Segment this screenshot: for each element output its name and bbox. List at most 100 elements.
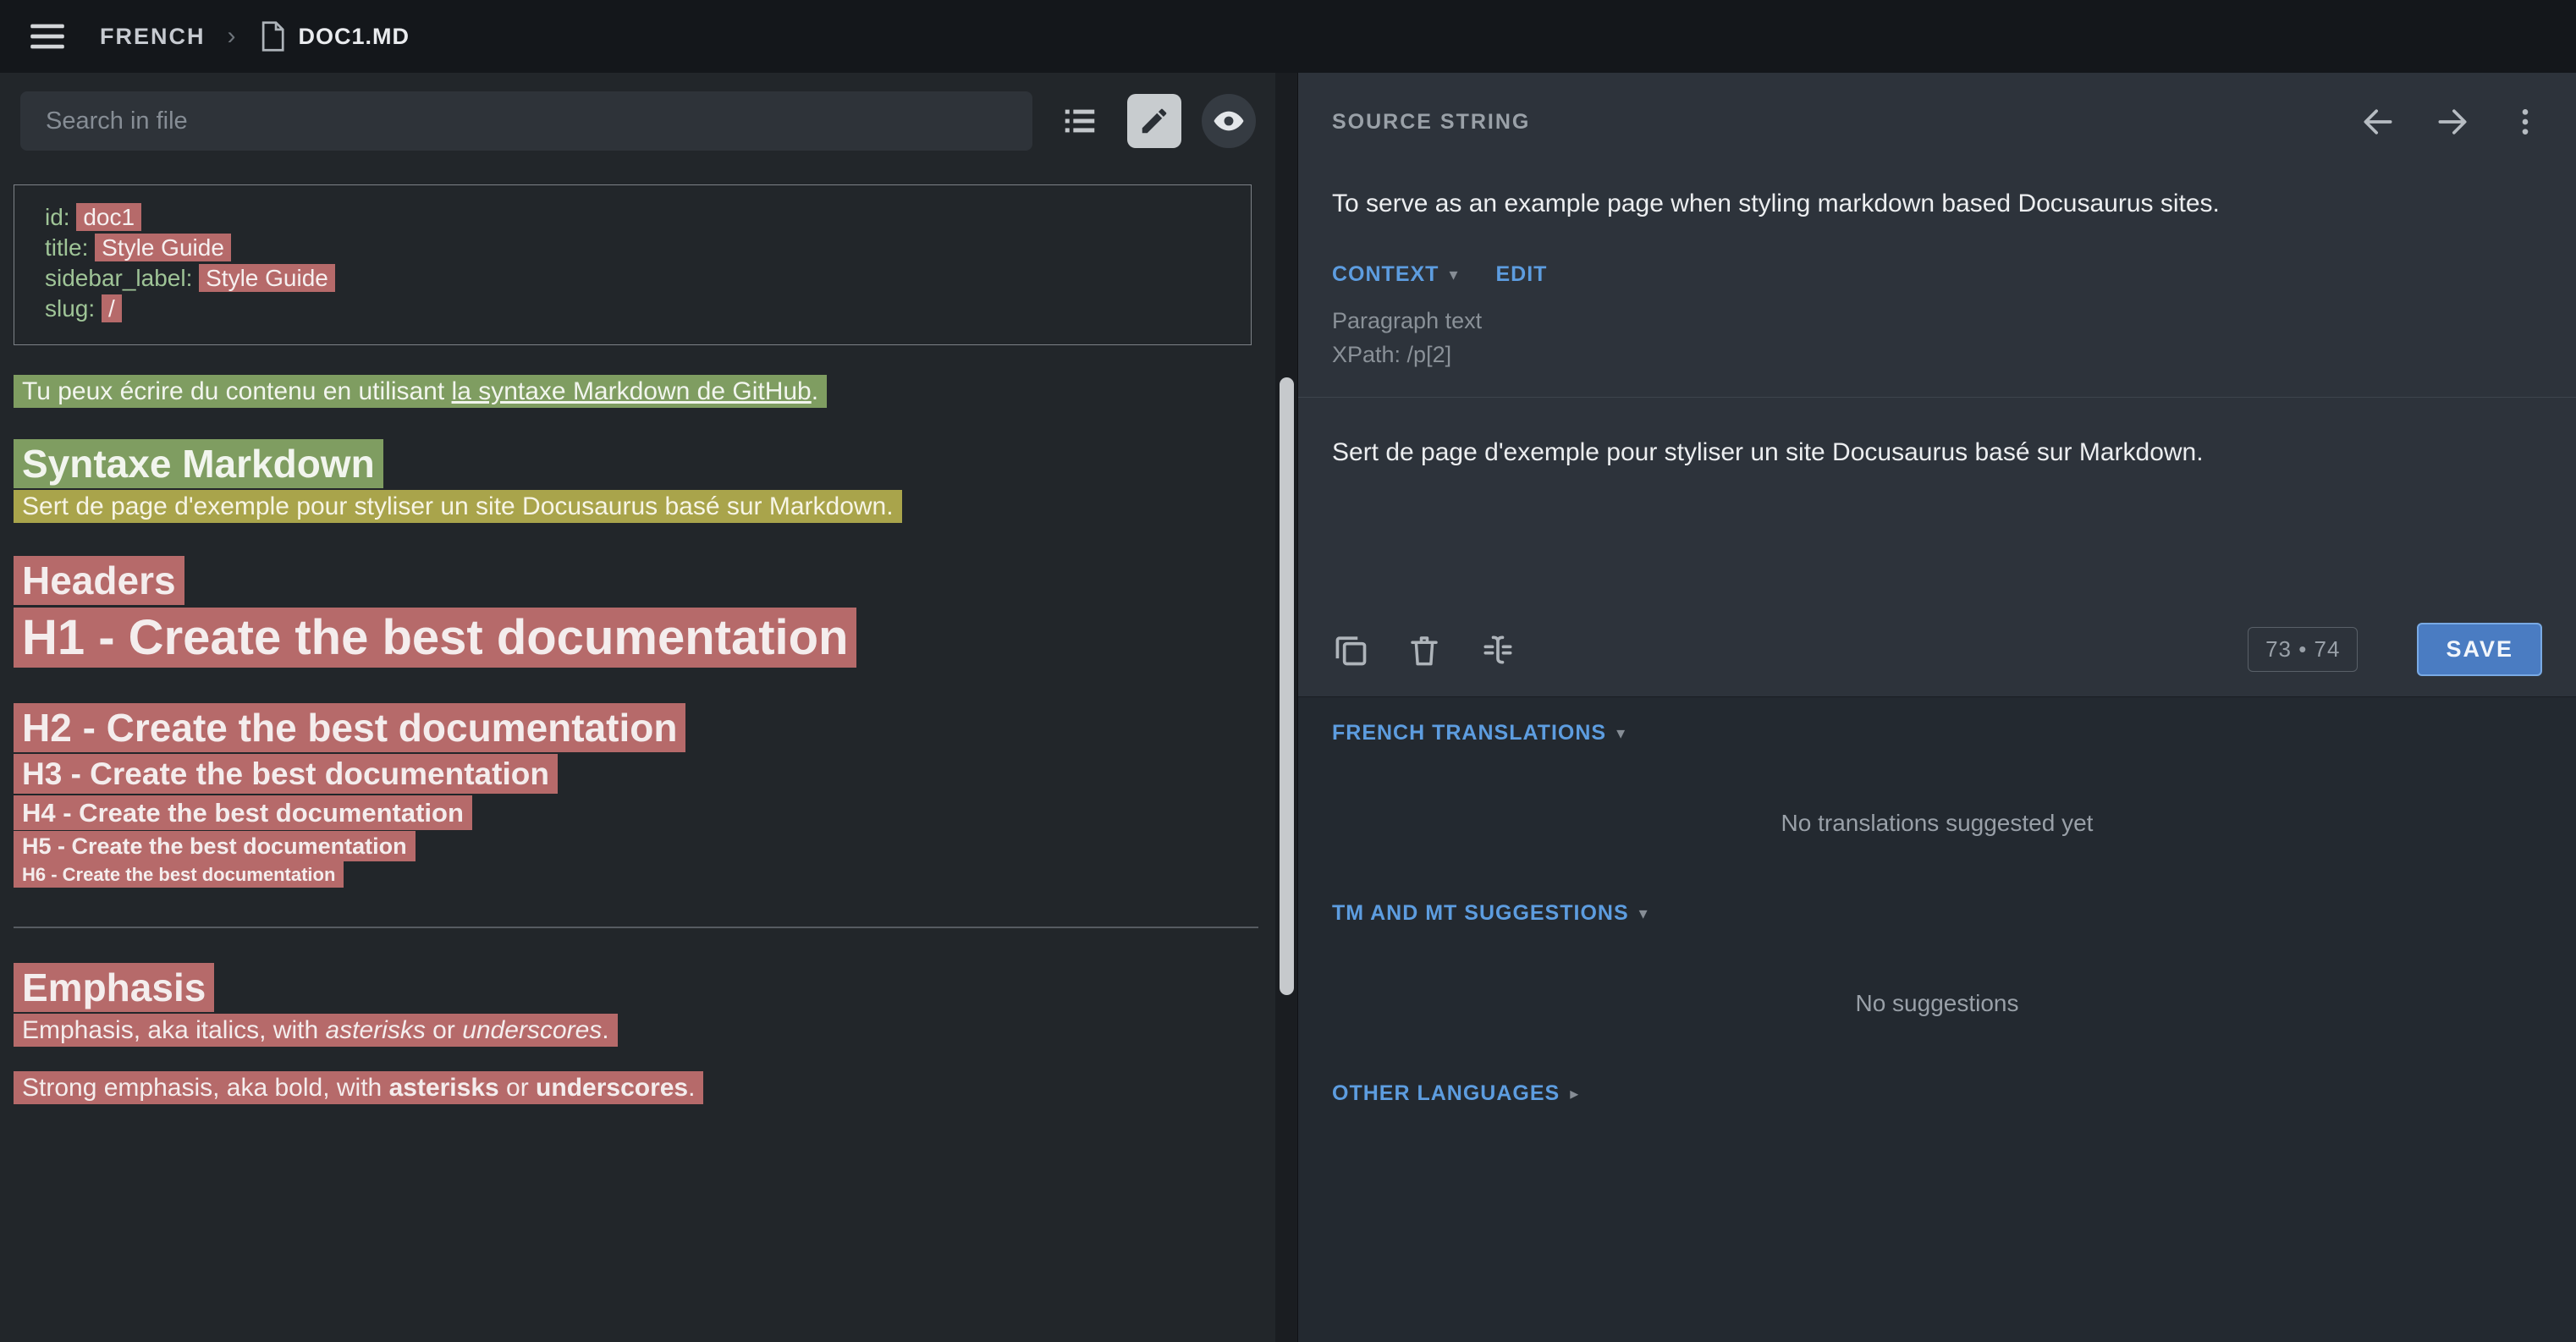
context-details: Paragraph text XPath: /p[2] — [1332, 304, 2542, 397]
document-view: id: doc1 title: Style Guide sidebar_labe… — [0, 168, 1297, 1106]
frontmatter-value[interactable]: / — [102, 294, 122, 322]
emphasis-italic: asterisks — [325, 1016, 425, 1044]
frontmatter-key: title: — [45, 234, 95, 261]
emphasis-text: Emphasis, aka italics, with — [22, 1016, 325, 1044]
frontmatter-key: slug: — [45, 295, 102, 322]
arrow-left-icon — [2359, 103, 2397, 140]
paragraph-emphasis: Emphasis, aka italics, with asterisks or… — [14, 1013, 1258, 1048]
heading-headers: Headers — [14, 555, 1258, 606]
frontmatter-line: id: doc1 — [45, 202, 1230, 233]
paragraph-strong: Strong emphasis, aka bold, with asterisk… — [14, 1070, 1258, 1106]
context-toggle[interactable]: CONTEXT ▾ — [1332, 262, 1459, 287]
main-area: id: doc1 title: Style Guide sidebar_labe… — [0, 73, 2576, 1342]
search-row — [0, 73, 1297, 168]
strong-text: or — [499, 1074, 536, 1102]
scrollbar[interactable] — [1275, 73, 1297, 1342]
search-input[interactable] — [20, 91, 1032, 151]
string-intro[interactable]: Tu peux écrire du contenu en utilisant l… — [14, 375, 827, 408]
intro-suffix: . — [812, 377, 818, 405]
frontmatter-key: sidebar_label: — [45, 265, 199, 291]
heading-h1-example: H1 - Create the best documentation — [14, 606, 1258, 670]
string-active[interactable]: Sert de page d'exemple pour styliser un … — [14, 490, 902, 523]
strings-list-button[interactable] — [1053, 94, 1107, 148]
string-strong[interactable]: Strong emphasis, aka bold, with asterisk… — [14, 1071, 703, 1104]
file-icon — [258, 20, 287, 52]
string-emphasis[interactable]: Emphasis, aka italics, with asterisks or… — [14, 1014, 618, 1047]
caret-down-icon: ▾ — [1616, 723, 1625, 744]
caret-down-icon: ▾ — [1639, 903, 1648, 924]
paragraph-intro: Tu peux écrire du contenu en utilisant l… — [14, 374, 1258, 410]
menu-button[interactable] — [29, 21, 66, 52]
section-tm-mt-suggestions[interactable]: TM AND MT SUGGESTIONS ▾ — [1332, 901, 2542, 926]
context-toggle-label: CONTEXT — [1332, 262, 1439, 287]
strong-bold: asterisks — [389, 1074, 499, 1102]
string-h2[interactable]: H2 - Create the best documentation — [14, 703, 685, 752]
hamburger-icon — [29, 21, 66, 52]
no-suggestions-message: No suggestions — [1332, 988, 2542, 1019]
trash-icon — [1406, 632, 1442, 668]
translation-input[interactable]: Sert de page d'exemple pour styliser un … — [1332, 398, 2542, 623]
chevron-right-icon: › — [228, 22, 236, 51]
clear-translation-button[interactable] — [1406, 632, 1442, 668]
section-other-languages[interactable]: OTHER LANGUAGES ▸ — [1332, 1081, 2542, 1106]
scrollbar-thumb[interactable] — [1280, 377, 1294, 995]
context-row: CONTEXT ▾ EDIT — [1332, 262, 2542, 287]
frontmatter-value[interactable]: Style Guide — [95, 234, 231, 261]
preview-button[interactable] — [1202, 94, 1256, 148]
string-navigation — [2359, 103, 2542, 140]
emphasis-italic: underscores — [462, 1016, 602, 1044]
arrow-right-icon — [2434, 103, 2471, 140]
select-text-button[interactable] — [1479, 631, 1516, 668]
heading-h5-example: H5 - Create the best documentation — [14, 831, 1258, 862]
context-type: Paragraph text — [1332, 304, 2542, 338]
strong-text: . — [688, 1074, 695, 1102]
string-h4[interactable]: H4 - Create the best documentation — [14, 795, 472, 830]
breadcrumb-file[interactable]: DOC1.MD — [299, 24, 410, 50]
heading-h6-example: H6 - Create the best documentation — [14, 862, 1258, 888]
translation-toolbar: 73 • 74 SAVE — [1332, 623, 2542, 696]
string-h1[interactable]: H1 - Create the best documentation — [14, 608, 856, 668]
copy-source-button[interactable] — [1332, 631, 1369, 668]
text-cursor-icon — [1479, 631, 1516, 668]
file-preview-panel: id: doc1 title: Style Guide sidebar_labe… — [0, 73, 1298, 1342]
next-string-button[interactable] — [2434, 103, 2471, 140]
emphasis-text: . — [602, 1016, 608, 1044]
emphasis-text: or — [426, 1016, 462, 1044]
string-h2-headers[interactable]: Headers — [14, 556, 184, 605]
breadcrumb-language[interactable]: FRENCH — [100, 24, 206, 50]
section-french-translations[interactable]: FRENCH TRANSLATIONS ▾ — [1332, 721, 2542, 745]
more-options-button[interactable] — [2508, 105, 2542, 139]
context-xpath: XPath: /p[2] — [1332, 338, 2542, 371]
string-h2-emphasis[interactable]: Emphasis — [14, 963, 214, 1012]
save-button[interactable]: SAVE — [2417, 623, 2542, 676]
source-string-header: SOURCE STRING — [1332, 73, 2542, 140]
paragraph-active: Sert de page d'exemple pour styliser un … — [14, 489, 1258, 525]
source-text: To serve as an example page when styling… — [1332, 186, 2542, 222]
horizontal-rule — [14, 927, 1258, 928]
frontmatter-value[interactable]: doc1 — [76, 203, 141, 231]
no-translations-message: No translations suggested yet — [1332, 808, 2542, 839]
copy-icon — [1332, 631, 1369, 668]
strong-text: Strong emphasis, aka bold, with — [22, 1074, 389, 1102]
edit-link[interactable]: EDIT — [1496, 262, 1548, 287]
intro-link-text: la syntaxe Markdown de GitHub — [452, 377, 812, 405]
topbar: FRENCH › DOC1.MD — [0, 0, 2576, 73]
highlight-mode-button[interactable] — [1127, 94, 1181, 148]
caret-right-icon: ▸ — [1570, 1083, 1578, 1104]
string-h5[interactable]: H5 - Create the best documentation — [14, 831, 416, 861]
suggestions-panel: FRENCH TRANSLATIONS ▾ No translations su… — [1298, 697, 2576, 1106]
source-string-panel: SOURCE STRING — [1298, 73, 2576, 697]
heading-emphasis: Emphasis — [14, 962, 1258, 1013]
frontmatter-value[interactable]: Style Guide — [199, 264, 335, 292]
french-translations-label: FRENCH TRANSLATIONS — [1332, 721, 1606, 745]
string-h3[interactable]: H3 - Create the best documentation — [14, 754, 558, 794]
heading-h2-example: H2 - Create the best documentation — [14, 702, 1258, 753]
string-h2-markdown[interactable]: Syntaxe Markdown — [14, 439, 383, 488]
previous-string-button[interactable] — [2359, 103, 2397, 140]
other-languages-label: OTHER LANGUAGES — [1332, 1081, 1560, 1106]
frontmatter-key: id: — [45, 204, 76, 230]
heading-syntaxe-markdown: Syntaxe Markdown — [14, 438, 1258, 489]
frontmatter-line: slug: / — [45, 294, 1230, 324]
string-h6[interactable]: H6 - Create the best documentation — [14, 861, 344, 888]
tm-mt-label: TM AND MT SUGGESTIONS — [1332, 901, 1629, 926]
